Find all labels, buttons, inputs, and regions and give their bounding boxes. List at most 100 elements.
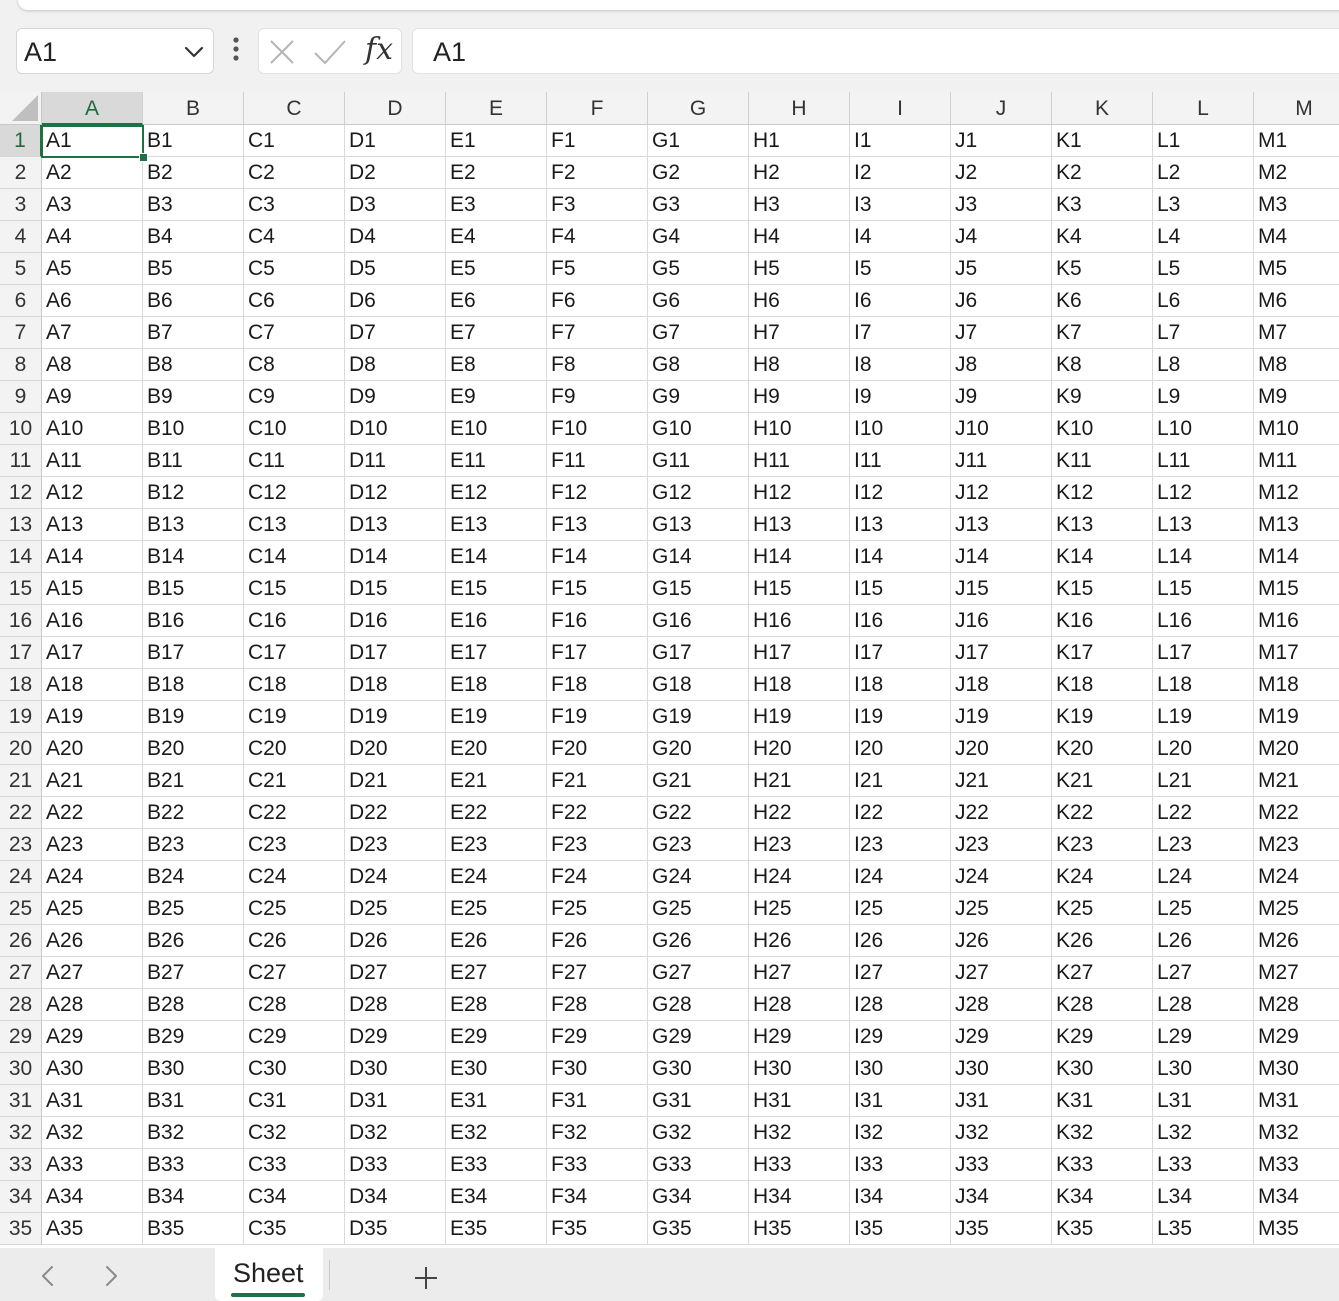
cell-d14[interactable]: D14	[345, 541, 446, 573]
name-box[interactable]: A1	[16, 28, 214, 74]
cell-h11[interactable]: H11	[749, 445, 850, 477]
cell-d34[interactable]: D34	[345, 1181, 446, 1213]
cell-e9[interactable]: E9	[446, 381, 547, 413]
cell-h3[interactable]: H3	[749, 189, 850, 221]
cell-d19[interactable]: D19	[345, 701, 446, 733]
cell-h5[interactable]: H5	[749, 253, 850, 285]
cell-f11[interactable]: F11	[547, 445, 648, 477]
cell-h10[interactable]: H10	[749, 413, 850, 445]
cell-k6[interactable]: K6	[1052, 285, 1153, 317]
row-header-35[interactable]: 35	[0, 1213, 42, 1245]
cell-k18[interactable]: K18	[1052, 669, 1153, 701]
cell-i30[interactable]: I30	[850, 1053, 951, 1085]
cell-c14[interactable]: C14	[244, 541, 345, 573]
cell-e4[interactable]: E4	[446, 221, 547, 253]
cell-k27[interactable]: K27	[1052, 957, 1153, 989]
cell-a34[interactable]: A34	[42, 1181, 143, 1213]
cell-e28[interactable]: E28	[446, 989, 547, 1021]
cell-k17[interactable]: K17	[1052, 637, 1153, 669]
cell-d17[interactable]: D17	[345, 637, 446, 669]
cell-b3[interactable]: B3	[143, 189, 244, 221]
column-header-i[interactable]: I	[850, 92, 951, 125]
cell-a18[interactable]: A18	[42, 669, 143, 701]
cell-g24[interactable]: G24	[648, 861, 749, 893]
cell-b31[interactable]: B31	[143, 1085, 244, 1117]
cell-f30[interactable]: F30	[547, 1053, 648, 1085]
cell-k28[interactable]: K28	[1052, 989, 1153, 1021]
cell-e30[interactable]: E30	[446, 1053, 547, 1085]
cell-l3[interactable]: L3	[1153, 189, 1254, 221]
column-header-f[interactable]: F	[547, 92, 648, 125]
cell-l12[interactable]: L12	[1153, 477, 1254, 509]
cell-b10[interactable]: B10	[143, 413, 244, 445]
cell-e33[interactable]: E33	[446, 1149, 547, 1181]
cell-b35[interactable]: B35	[143, 1213, 244, 1245]
formula-input[interactable]: A1	[412, 28, 1339, 74]
column-header-a[interactable]: A	[42, 92, 143, 125]
cell-j8[interactable]: J8	[951, 349, 1052, 381]
cell-j22[interactable]: J22	[951, 797, 1052, 829]
cell-i31[interactable]: I31	[850, 1085, 951, 1117]
cell-j20[interactable]: J20	[951, 733, 1052, 765]
cell-d26[interactable]: D26	[345, 925, 446, 957]
cell-g35[interactable]: G35	[648, 1213, 749, 1245]
cell-g15[interactable]: G15	[648, 573, 749, 605]
row-header-18[interactable]: 18	[0, 669, 42, 701]
cell-g29[interactable]: G29	[648, 1021, 749, 1053]
cell-k4[interactable]: K4	[1052, 221, 1153, 253]
cell-c24[interactable]: C24	[244, 861, 345, 893]
cell-i5[interactable]: I5	[850, 253, 951, 285]
cell-e18[interactable]: E18	[446, 669, 547, 701]
cell-i3[interactable]: I3	[850, 189, 951, 221]
cell-i22[interactable]: I22	[850, 797, 951, 829]
row-header-15[interactable]: 15	[0, 573, 42, 605]
cell-e31[interactable]: E31	[446, 1085, 547, 1117]
row-header-21[interactable]: 21	[0, 765, 42, 797]
row-header-19[interactable]: 19	[0, 701, 42, 733]
cell-h15[interactable]: H15	[749, 573, 850, 605]
cell-g4[interactable]: G4	[648, 221, 749, 253]
cell-g2[interactable]: G2	[648, 157, 749, 189]
cell-g10[interactable]: G10	[648, 413, 749, 445]
cell-i6[interactable]: I6	[850, 285, 951, 317]
row-header-10[interactable]: 10	[0, 413, 42, 445]
cell-d10[interactable]: D10	[345, 413, 446, 445]
column-header-m[interactable]: M	[1254, 92, 1339, 125]
cell-d18[interactable]: D18	[345, 669, 446, 701]
cell-d22[interactable]: D22	[345, 797, 446, 829]
cell-d12[interactable]: D12	[345, 477, 446, 509]
cell-e26[interactable]: E26	[446, 925, 547, 957]
cell-f26[interactable]: F26	[547, 925, 648, 957]
cell-e29[interactable]: E29	[446, 1021, 547, 1053]
cell-h13[interactable]: H13	[749, 509, 850, 541]
cell-k9[interactable]: K9	[1052, 381, 1153, 413]
cell-m7[interactable]: M7	[1254, 317, 1339, 349]
cell-m17[interactable]: M17	[1254, 637, 1339, 669]
cell-i7[interactable]: I7	[850, 317, 951, 349]
cell-d16[interactable]: D16	[345, 605, 446, 637]
cell-b25[interactable]: B25	[143, 893, 244, 925]
row-header-14[interactable]: 14	[0, 541, 42, 573]
cell-g28[interactable]: G28	[648, 989, 749, 1021]
cell-j29[interactable]: J29	[951, 1021, 1052, 1053]
cell-h30[interactable]: H30	[749, 1053, 850, 1085]
cell-k14[interactable]: K14	[1052, 541, 1153, 573]
cell-d21[interactable]: D21	[345, 765, 446, 797]
cell-d25[interactable]: D25	[345, 893, 446, 925]
cell-l23[interactable]: L23	[1153, 829, 1254, 861]
cell-e23[interactable]: E23	[446, 829, 547, 861]
cell-i8[interactable]: I8	[850, 349, 951, 381]
cell-a29[interactable]: A29	[42, 1021, 143, 1053]
cell-m15[interactable]: M15	[1254, 573, 1339, 605]
cell-a3[interactable]: A3	[42, 189, 143, 221]
cell-g5[interactable]: G5	[648, 253, 749, 285]
cell-a17[interactable]: A17	[42, 637, 143, 669]
chevron-right-icon[interactable]	[101, 1264, 121, 1288]
cell-b27[interactable]: B27	[143, 957, 244, 989]
cell-j32[interactable]: J32	[951, 1117, 1052, 1149]
cell-h20[interactable]: H20	[749, 733, 850, 765]
row-header-1[interactable]: 1	[0, 125, 42, 157]
cell-j26[interactable]: J26	[951, 925, 1052, 957]
cell-b5[interactable]: B5	[143, 253, 244, 285]
cell-m29[interactable]: M29	[1254, 1021, 1339, 1053]
